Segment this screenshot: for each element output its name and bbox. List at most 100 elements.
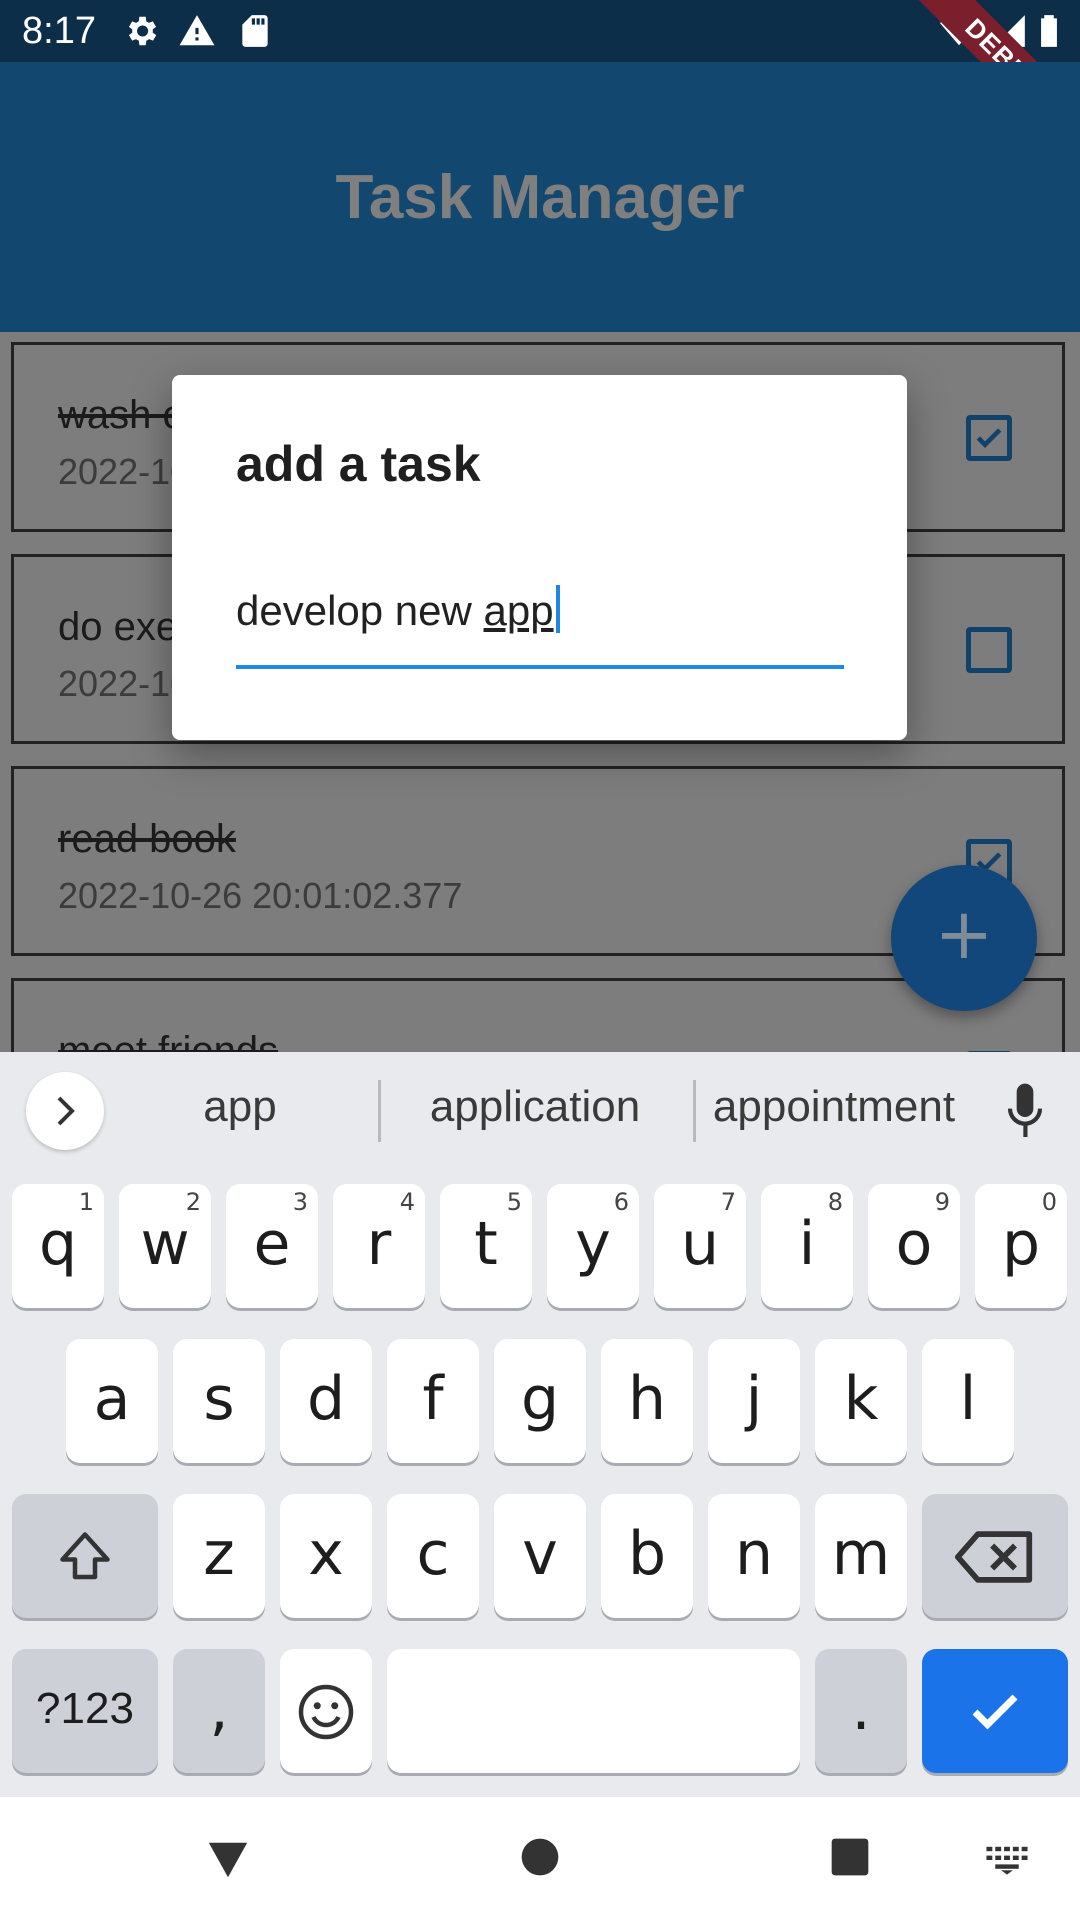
task-checkbox-checked[interactable] xyxy=(966,415,1012,461)
suggestion-3[interactable]: appointment xyxy=(706,1082,962,1132)
key-j[interactable]: j xyxy=(708,1339,800,1463)
suggestion-1[interactable]: app xyxy=(140,1082,340,1132)
checkmark-icon xyxy=(972,1694,1018,1730)
suggestion-divider xyxy=(693,1080,696,1142)
key-hint: 9 xyxy=(934,1188,950,1216)
shift-key[interactable] xyxy=(12,1494,158,1618)
key-char: w xyxy=(140,1209,190,1279)
key-q[interactable]: q1 xyxy=(12,1184,104,1308)
task-title: wash c xyxy=(58,393,183,437)
symbols-key[interactable]: ?123 xyxy=(12,1649,158,1773)
key-v[interactable]: v xyxy=(494,1494,586,1618)
key-m[interactable]: m xyxy=(815,1494,907,1618)
key-e[interactable]: e3 xyxy=(226,1184,318,1308)
app-title: Task Manager xyxy=(335,163,745,232)
key-t[interactable]: t5 xyxy=(440,1184,532,1308)
battery-icon xyxy=(1041,15,1057,47)
key-w[interactable]: w2 xyxy=(119,1184,211,1308)
key-hint: 8 xyxy=(827,1188,843,1216)
key-p[interactable]: p0 xyxy=(975,1184,1067,1308)
emoji-icon xyxy=(298,1685,354,1740)
task-card[interactable]: meet friends xyxy=(11,978,1065,1052)
key-l[interactable]: l xyxy=(922,1339,1014,1463)
key-char: e xyxy=(253,1209,291,1279)
key-char: p xyxy=(1001,1209,1041,1279)
key-g[interactable]: g xyxy=(494,1339,586,1463)
key-hint: 0 xyxy=(1041,1188,1057,1216)
sd-card-icon xyxy=(242,15,268,47)
soft-keyboard: app application appointment q1 w2 e3 r4 … xyxy=(0,1052,1080,1797)
key-hint: 3 xyxy=(292,1188,308,1216)
key-r[interactable]: r4 xyxy=(333,1184,425,1308)
emoji-key[interactable] xyxy=(280,1649,372,1773)
key-h[interactable]: h xyxy=(601,1339,693,1463)
suggestion-2[interactable]: application xyxy=(400,1082,670,1132)
enter-key[interactable] xyxy=(922,1649,1068,1773)
key-hint: 6 xyxy=(613,1188,629,1216)
input-text-composing: app xyxy=(483,587,554,634)
backspace-key[interactable] xyxy=(922,1494,1068,1618)
comma-key[interactable]: , xyxy=(173,1649,265,1773)
plus-icon: + xyxy=(934,893,994,975)
back-icon[interactable] xyxy=(205,1837,251,1883)
key-char: t xyxy=(474,1209,498,1279)
settings-icon xyxy=(128,16,157,46)
recents-icon[interactable] xyxy=(830,1837,870,1877)
task-date: 2022-10 xyxy=(58,663,191,704)
key-z[interactable]: z xyxy=(173,1494,265,1618)
key-char: u xyxy=(680,1209,720,1279)
suggestions-expand-button[interactable] xyxy=(26,1072,104,1150)
microphone-icon[interactable] xyxy=(1005,1082,1045,1142)
task-title: meet friends xyxy=(58,1029,279,1052)
task-input[interactable]: develop new app xyxy=(236,585,844,669)
key-hint: 7 xyxy=(720,1188,736,1216)
key-b[interactable]: b xyxy=(601,1494,693,1618)
task-title: do exe xyxy=(58,605,179,649)
key-char: q xyxy=(38,1209,78,1279)
key-k[interactable]: k xyxy=(815,1339,907,1463)
period-key[interactable]: . xyxy=(815,1649,907,1773)
warning-icon xyxy=(179,15,215,46)
task-checkbox-unchecked[interactable] xyxy=(966,627,1012,673)
key-c[interactable]: c xyxy=(387,1494,479,1618)
key-char: r xyxy=(366,1209,392,1279)
add-task-dialog: add a task develop new app xyxy=(172,375,907,740)
key-a[interactable]: a xyxy=(66,1339,158,1463)
home-icon[interactable] xyxy=(520,1837,560,1877)
check-icon xyxy=(976,428,1002,448)
status-bar: 8:17 DEBUG xyxy=(0,0,1080,175)
key-char: o xyxy=(895,1209,933,1279)
input-text-committed: develop new xyxy=(236,587,484,634)
key-hint: 4 xyxy=(399,1188,415,1216)
key-u[interactable]: u7 xyxy=(654,1184,746,1308)
task-input-text: develop new app xyxy=(236,585,560,635)
key-d[interactable]: d xyxy=(280,1339,372,1463)
task-title: read book xyxy=(58,817,236,861)
key-y[interactable]: y6 xyxy=(547,1184,639,1308)
key-hint: 1 xyxy=(78,1188,94,1216)
key-s[interactable]: s xyxy=(173,1339,265,1463)
chevron-right-icon xyxy=(57,1096,75,1126)
key-hint: 5 xyxy=(506,1188,522,1216)
shift-icon xyxy=(60,1532,110,1580)
key-hint: 2 xyxy=(185,1188,201,1216)
key-o[interactable]: o9 xyxy=(868,1184,960,1308)
key-f[interactable]: f xyxy=(387,1339,479,1463)
keyboard-switch-icon[interactable] xyxy=(985,1845,1029,1875)
navigation-bar xyxy=(0,1797,1080,1920)
status-time: 8:17 xyxy=(22,10,96,52)
key-n[interactable]: n xyxy=(708,1494,800,1618)
key-char: y xyxy=(575,1209,611,1279)
key-i[interactable]: i8 xyxy=(761,1184,853,1308)
task-date: 2022-10 xyxy=(58,451,191,492)
space-key[interactable] xyxy=(387,1649,800,1773)
key-char: i xyxy=(798,1209,816,1279)
dialog-title: add a task xyxy=(236,436,481,492)
key-x[interactable]: x xyxy=(280,1494,372,1618)
backspace-icon xyxy=(955,1531,1033,1584)
task-date: 2022-10-26 20:01:02.377 xyxy=(58,875,463,916)
text-cursor xyxy=(555,585,560,633)
add-task-fab[interactable]: + xyxy=(891,865,1037,1011)
suggestion-divider xyxy=(378,1080,381,1142)
app-bar: Task Manager xyxy=(0,62,1080,332)
